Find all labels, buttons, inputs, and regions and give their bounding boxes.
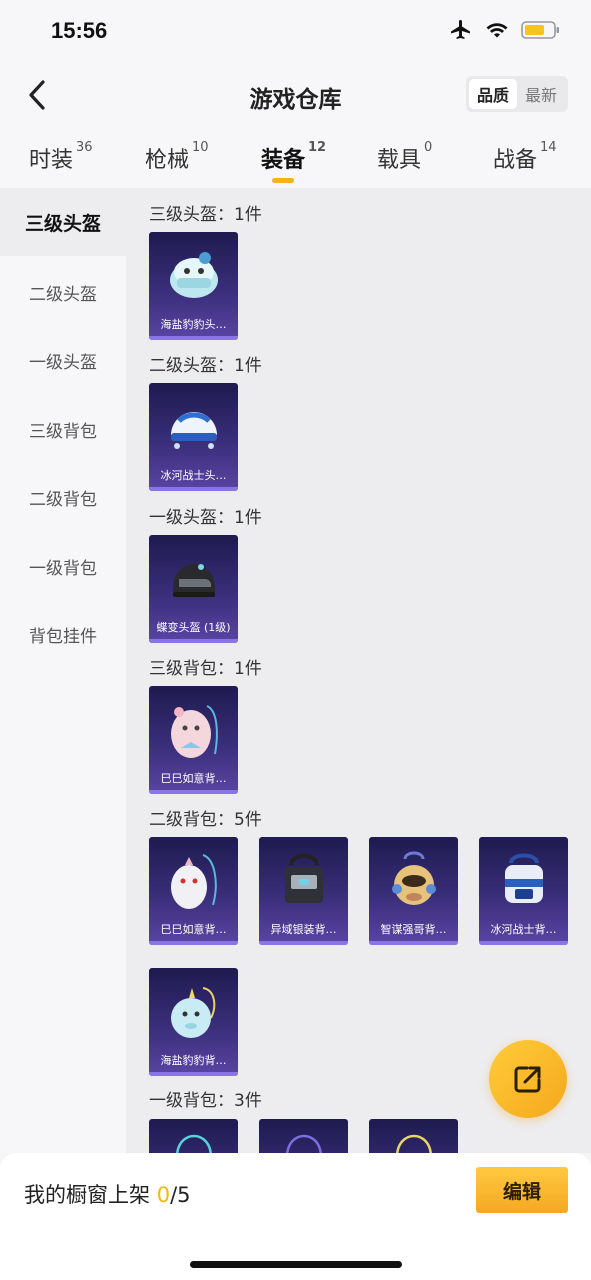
section-title: 一级头盔：1件 (149, 508, 262, 528)
battery-icon (521, 20, 561, 44)
item-name: 巳巳如意背… (160, 923, 227, 936)
sort-toggle: 品质 最新 (466, 76, 568, 112)
helmet-icon (170, 252, 218, 298)
helmet-icon (171, 412, 217, 449)
section-title: 三级头盔：1件 (149, 205, 262, 225)
edit-button[interactable]: 编辑 (476, 1167, 568, 1213)
rarity-strip (149, 639, 238, 643)
item-card[interactable]: 巳巳如意背… (149, 686, 238, 794)
section-title: 二级背包：5件 (149, 810, 262, 830)
item-card[interactable]: 蝶变头盔 (1级) (149, 535, 238, 643)
tab-count: 14 (540, 140, 557, 155)
helmet-icon (173, 564, 215, 597)
item-card[interactable]: 智谋强哥背… (369, 837, 458, 945)
rarity-strip (149, 790, 238, 794)
item-name: 冰河战士背… (490, 923, 557, 936)
tab-label: 载具 (377, 148, 422, 173)
tab-count: 36 (76, 140, 93, 155)
rarity-strip (149, 941, 238, 945)
item-name: 巳巳如意背… (160, 772, 227, 785)
rarity-strip (149, 1072, 238, 1076)
sidebar-item-helmet-2[interactable]: 二级头盔 (0, 258, 126, 326)
tab-count: 0 (424, 140, 433, 155)
tab-combat-gear[interactable]: 战备14 (493, 140, 557, 174)
section-title: 一级背包：3件 (149, 1091, 262, 1111)
backpack-icon (396, 1134, 432, 1153)
item-card[interactable]: 冰河战士头… (149, 383, 238, 491)
rarity-strip (369, 941, 458, 945)
tab-equipment[interactable]: 装备12 (261, 140, 327, 174)
item-card[interactable] (259, 1119, 348, 1153)
rarity-strip (149, 487, 238, 491)
sort-quality-button[interactable]: 品质 (469, 79, 517, 109)
showcase-total: /5 (170, 1183, 191, 1207)
share-button[interactable] (489, 1040, 567, 1118)
tab-label: 装备 (261, 148, 306, 173)
item-card[interactable]: 冰河战士背… (479, 837, 568, 945)
tab-count: 12 (308, 140, 327, 155)
item-name: 异域银装背… (270, 923, 337, 936)
backpack-icon (285, 854, 323, 903)
sidebar-item-helmet-1[interactable]: 一级头盔 (0, 326, 126, 394)
sidebar: 三级头盔 二级头盔 一级头盔 三级背包 二级背包 一级背包 背包挂件 (0, 188, 126, 1153)
backpack-icon (171, 987, 216, 1038)
item-card[interactable]: 异域银装背… (259, 837, 348, 945)
tab-guns[interactable]: 枪械10 (145, 140, 209, 174)
rarity-strip (479, 941, 568, 945)
backpack-icon (505, 853, 543, 903)
item-grid-area: 三级头盔：1件 海盐豹豹头… 二级头盔：1件 冰河战士头… 一级头盔：1件 蝶变… (126, 188, 591, 1153)
backpack-icon (286, 1134, 322, 1153)
backpack-icon (171, 854, 217, 909)
item-card[interactable] (369, 1119, 458, 1153)
tab-count: 10 (192, 140, 209, 155)
nav-header: 游戏仓库 品质 最新 (0, 64, 591, 128)
tab-vehicles[interactable]: 载具0 (377, 140, 433, 174)
active-tab-indicator (272, 178, 294, 183)
showcase-label: 我的橱窗上架 (24, 1183, 157, 1207)
item-name: 海盐豹豹背… (160, 1054, 227, 1067)
tab-fashion[interactable]: 时装36 (29, 140, 93, 174)
item-card[interactable]: 海盐豹豹背… (149, 968, 238, 1076)
tab-label: 战备 (493, 148, 538, 173)
rarity-strip (259, 941, 348, 945)
rarity-strip (149, 336, 238, 340)
home-indicator (190, 1261, 402, 1268)
backpack-icon (171, 705, 218, 758)
showcase-count: 我的橱窗上架 0/5 (24, 1179, 191, 1209)
sidebar-item-backpack-pendant[interactable]: 背包挂件 (0, 600, 126, 668)
status-icons (449, 18, 561, 46)
item-name: 海盐豹豹头… (160, 318, 227, 331)
section-title: 三级背包：1件 (149, 659, 262, 679)
wifi-icon (485, 20, 509, 44)
item-name: 智谋强哥背… (380, 923, 447, 936)
sidebar-item-backpack-2[interactable]: 二级背包 (0, 463, 126, 531)
item-name: 冰河战士头… (160, 469, 227, 482)
showcase-current: 0 (156, 1183, 171, 1207)
backpack-icon (392, 851, 436, 905)
item-card[interactable]: 巳巳如意背… (149, 837, 238, 945)
sidebar-item-helmet-3[interactable]: 三级头盔 (0, 188, 126, 256)
tab-label: 枪械 (145, 148, 190, 173)
item-card[interactable] (149, 1119, 238, 1153)
airplane-icon (449, 18, 473, 46)
sidebar-item-backpack-3[interactable]: 三级背包 (0, 395, 126, 463)
status-time: 15:56 (51, 18, 108, 43)
category-tabs: 时装36 枪械10 装备12 载具0 战备14 (0, 128, 591, 188)
sort-latest-button[interactable]: 最新 (517, 79, 565, 109)
sidebar-item-backpack-1[interactable]: 一级背包 (0, 532, 126, 600)
item-name: 蝶变头盔 (1级) (156, 621, 231, 634)
section-title: 二级头盔：1件 (149, 356, 262, 376)
share-icon (514, 1066, 541, 1093)
tab-label: 时装 (29, 148, 74, 173)
status-bar: 15:56 (0, 0, 591, 64)
item-card[interactable]: 海盐豹豹头… (149, 232, 238, 340)
backpack-icon (176, 1134, 212, 1153)
